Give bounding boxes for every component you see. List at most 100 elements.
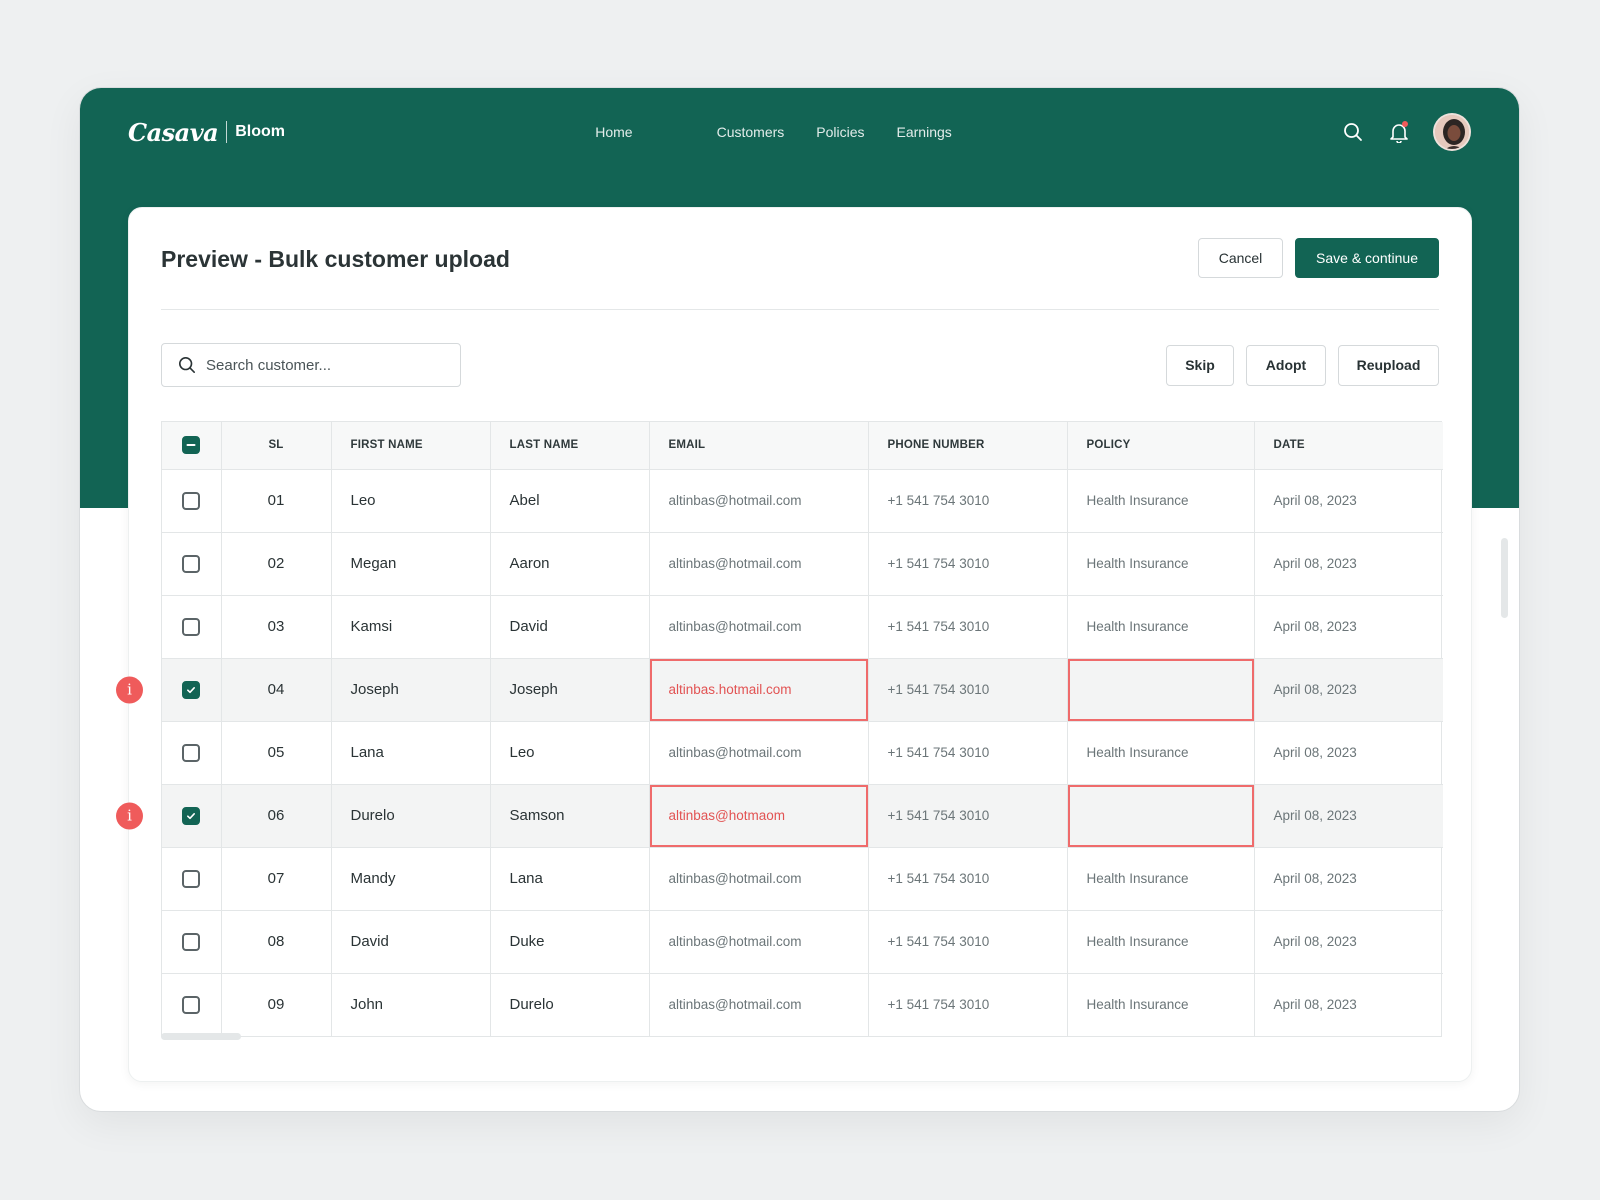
- cell-sl: 03: [221, 595, 332, 659]
- bulk-actions: Skip Adopt Reupload: [1166, 344, 1439, 386]
- nav-policies[interactable]: Policies: [816, 124, 864, 140]
- table-row[interactable]: 05 Lana Leo altinbas@hotmail.com +1 541 …: [162, 721, 1443, 785]
- cell-phone: +1 541 754 3010: [868, 595, 1068, 659]
- vertical-scrollbar[interactable]: [1501, 538, 1508, 618]
- cell-sl: 09: [221, 973, 332, 1036]
- row-checkbox[interactable]: [182, 491, 201, 510]
- cell-phone: +1 541 754 3010: [868, 469, 1068, 533]
- cell-phone: +1 541 754 3010: [868, 658, 1068, 722]
- select-all-cell: [162, 422, 222, 470]
- row-select-cell: [162, 847, 222, 911]
- search-icon[interactable]: [1341, 120, 1365, 144]
- minus-icon: [186, 444, 196, 447]
- table-row[interactable]: 03 Kamsi David altinbas@hotmail.com +1 5…: [162, 595, 1443, 659]
- col-header-first-name[interactable]: FIRST NAME: [331, 422, 491, 470]
- select-all-checkbox[interactable]: [182, 436, 201, 455]
- row-select-cell: i: [116, 784, 222, 848]
- cell-phone: +1 541 754 3010: [868, 784, 1068, 848]
- cell-sl: 06: [221, 784, 332, 848]
- info-icon[interactable]: i: [116, 802, 143, 829]
- skip-button[interactable]: Skip: [1166, 344, 1234, 386]
- nav-earnings[interactable]: Earnings: [897, 124, 952, 140]
- cell-date: April 08, 2023: [1254, 784, 1443, 848]
- cell-last-name: Samson: [490, 784, 650, 848]
- cell-email: altinbas@hotmail.com: [649, 973, 869, 1036]
- table-row[interactable]: 01 Leo Abel altinbas@hotmail.com +1 541 …: [162, 469, 1443, 533]
- cell-date: April 08, 2023: [1254, 847, 1443, 911]
- table-row-error[interactable]: i 06 Durelo Samson altinbas@hotmaom +1 5…: [116, 784, 1443, 848]
- adopt-button[interactable]: Adopt: [1246, 344, 1326, 386]
- nav-home[interactable]: Home: [595, 124, 632, 140]
- row-checkbox[interactable]: [182, 995, 201, 1014]
- table-row[interactable]: 02 Megan Aaron altinbas@hotmail.com +1 5…: [162, 532, 1443, 596]
- cell-policy-missing[interactable]: [1067, 658, 1255, 722]
- table-row[interactable]: 07 Mandy Lana altinbas@hotmail.com +1 54…: [162, 847, 1443, 911]
- brand-logo: Casava: [128, 117, 219, 147]
- search-box[interactable]: [161, 343, 461, 387]
- cell-sl: 02: [221, 532, 332, 596]
- cell-first-name: John: [331, 973, 491, 1036]
- cell-email: altinbas@hotmail.com: [649, 469, 869, 533]
- brand-divider: [226, 121, 228, 143]
- row-checkbox[interactable]: [182, 869, 201, 888]
- cell-sl: 07: [221, 847, 332, 911]
- brand[interactable]: Casava Bloom: [128, 118, 285, 147]
- row-checkbox[interactable]: [182, 932, 201, 951]
- cell-email-invalid[interactable]: altinbas@hotmaom: [649, 784, 869, 848]
- row-checkbox[interactable]: [182, 554, 201, 573]
- reupload-button[interactable]: Reupload: [1338, 344, 1439, 386]
- col-header-date[interactable]: DATE: [1254, 422, 1443, 470]
- cell-last-name: Duke: [490, 910, 650, 974]
- upload-preview-card: Preview - Bulk customer upload Cancel Sa…: [116, 207, 1508, 1082]
- cell-phone: +1 541 754 3010: [868, 910, 1068, 974]
- cell-first-name: Kamsi: [331, 595, 491, 659]
- table-toolbar: Skip Adopt Reupload: [161, 343, 1439, 387]
- cell-last-name: Leo: [490, 721, 650, 785]
- table-row[interactable]: 08 David Duke altinbas@hotmail.com +1 54…: [162, 910, 1443, 974]
- cell-last-name: Aaron: [490, 532, 650, 596]
- row-checkbox[interactable]: [182, 680, 201, 699]
- cell-last-name: Lana: [490, 847, 650, 911]
- col-header-sl[interactable]: SL: [221, 422, 332, 470]
- col-header-email[interactable]: EMAIL: [649, 422, 869, 470]
- cell-email: altinbas@hotmail.com: [649, 847, 869, 911]
- avatar[interactable]: [1433, 113, 1471, 151]
- cell-email-invalid[interactable]: altinbas.hotmail.com: [649, 658, 869, 722]
- col-header-last-name[interactable]: LAST NAME: [490, 422, 650, 470]
- cell-policy-missing[interactable]: [1067, 784, 1255, 848]
- row-checkbox[interactable]: [182, 743, 201, 762]
- cell-policy: Health Insurance: [1067, 595, 1255, 659]
- card-header: Preview - Bulk customer upload Cancel Sa…: [161, 238, 1439, 310]
- top-icons: [1341, 113, 1471, 151]
- nav-customers[interactable]: Customers: [717, 124, 785, 140]
- horizontal-scrollbar[interactable]: [161, 1033, 241, 1040]
- cell-last-name: Joseph: [490, 658, 650, 722]
- cell-first-name: Lana: [331, 721, 491, 785]
- row-checkbox[interactable]: [182, 806, 201, 825]
- row-select-cell: [162, 721, 222, 785]
- cell-last-name: Abel: [490, 469, 650, 533]
- cell-first-name: Mandy: [331, 847, 491, 911]
- cell-policy: Health Insurance: [1067, 469, 1255, 533]
- top-navbar: Casava Bloom Home Customers Policies Ear…: [128, 110, 1471, 154]
- cancel-button[interactable]: Cancel: [1198, 238, 1283, 278]
- check-icon: [187, 812, 196, 819]
- cell-phone: +1 541 754 3010: [868, 721, 1068, 785]
- table-row-error[interactable]: i 04 Joseph Joseph altinbas.hotmail.com …: [116, 658, 1443, 722]
- info-icon[interactable]: i: [116, 676, 143, 703]
- cell-last-name: David: [490, 595, 650, 659]
- save-continue-button[interactable]: Save & continue: [1295, 238, 1439, 278]
- cell-policy: Health Insurance: [1067, 910, 1255, 974]
- bell-icon[interactable]: [1387, 120, 1411, 144]
- cell-first-name: Leo: [331, 469, 491, 533]
- col-header-phone[interactable]: PHONE NUMBER: [868, 422, 1068, 470]
- cell-first-name: Megan: [331, 532, 491, 596]
- cell-policy: Health Insurance: [1067, 532, 1255, 596]
- cell-date: April 08, 2023: [1254, 532, 1443, 596]
- col-header-policy[interactable]: POLICY: [1067, 422, 1255, 470]
- table-row[interactable]: 09 John Durelo altinbas@hotmail.com +1 5…: [162, 973, 1443, 1036]
- row-checkbox[interactable]: [182, 617, 201, 636]
- cell-date: April 08, 2023: [1254, 910, 1443, 974]
- notification-dot: [1402, 121, 1408, 127]
- search-input[interactable]: [206, 356, 446, 374]
